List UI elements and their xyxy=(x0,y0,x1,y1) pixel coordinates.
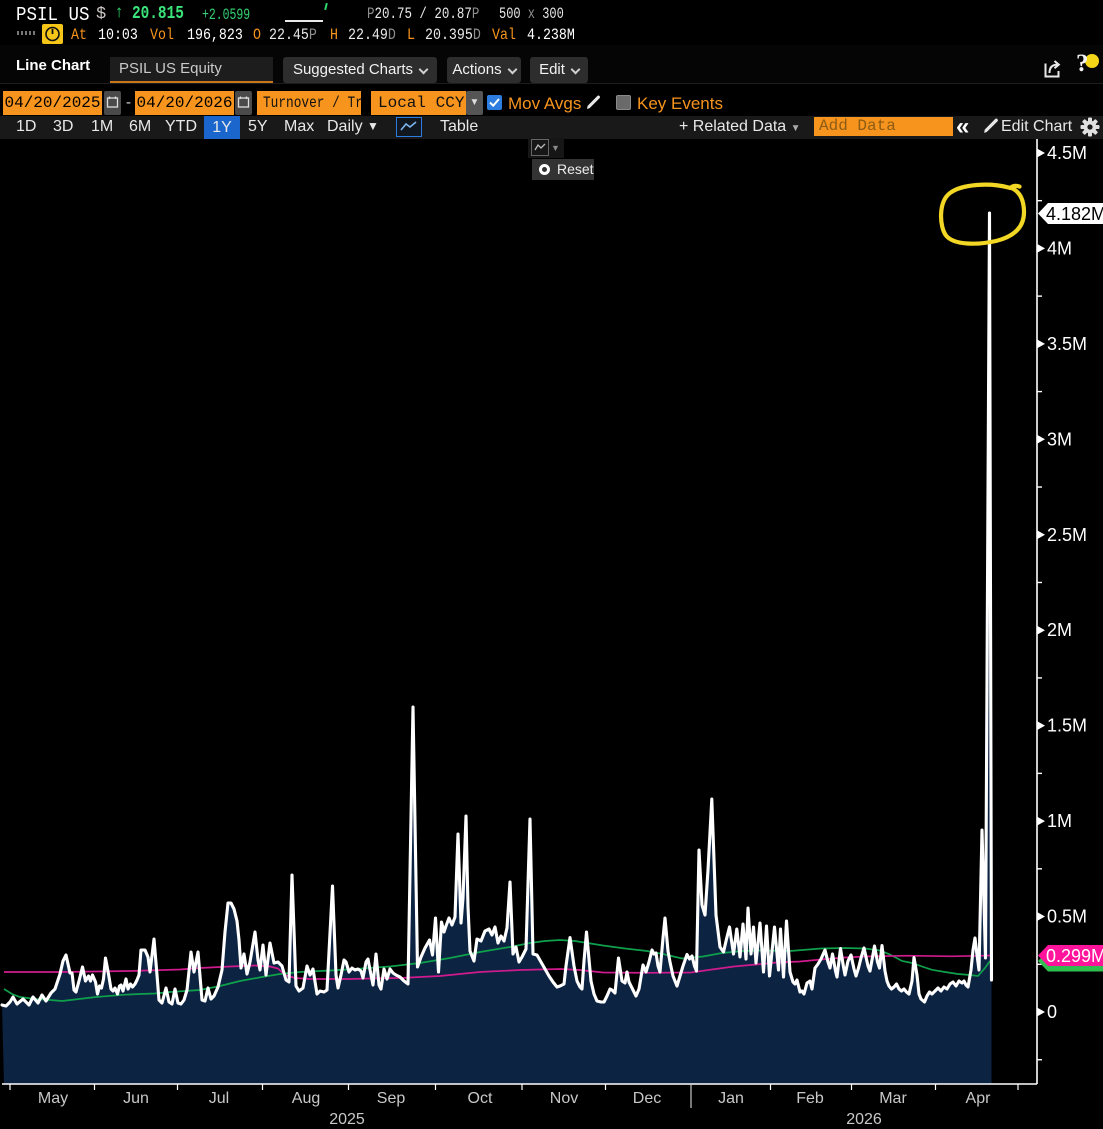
svg-text:0.5M: 0.5M xyxy=(1047,907,1087,927)
svg-text:Jan: Jan xyxy=(718,1090,744,1107)
svg-text:Dec: Dec xyxy=(633,1090,661,1107)
svg-text:4.5M: 4.5M xyxy=(1047,143,1087,163)
svg-text:3.5M: 3.5M xyxy=(1047,334,1087,354)
svg-text:2026: 2026 xyxy=(846,1111,882,1128)
svg-text:Aug: Aug xyxy=(292,1090,320,1107)
svg-text:0: 0 xyxy=(1047,1002,1057,1022)
svg-text:Mar: Mar xyxy=(879,1090,907,1107)
svg-text:4M: 4M xyxy=(1047,238,1072,258)
svg-text:2.5M: 2.5M xyxy=(1047,525,1087,545)
svg-text:1M: 1M xyxy=(1047,811,1072,831)
svg-text:Apr: Apr xyxy=(966,1090,992,1107)
svg-text:4.182M: 4.182M xyxy=(1046,204,1103,224)
svg-text:Feb: Feb xyxy=(796,1090,824,1107)
svg-text:Oct: Oct xyxy=(468,1090,493,1107)
svg-text:0.299M: 0.299M xyxy=(1046,946,1103,966)
svg-text:May: May xyxy=(38,1090,68,1107)
svg-text:Nov: Nov xyxy=(550,1090,578,1107)
svg-text:3M: 3M xyxy=(1047,429,1072,449)
svg-text:2M: 2M xyxy=(1047,620,1072,640)
svg-text:2025: 2025 xyxy=(329,1111,365,1128)
svg-text:Sep: Sep xyxy=(377,1090,406,1107)
svg-text:Jun: Jun xyxy=(123,1090,149,1107)
svg-text:Jul: Jul xyxy=(209,1090,229,1107)
svg-text:1.5M: 1.5M xyxy=(1047,716,1087,736)
